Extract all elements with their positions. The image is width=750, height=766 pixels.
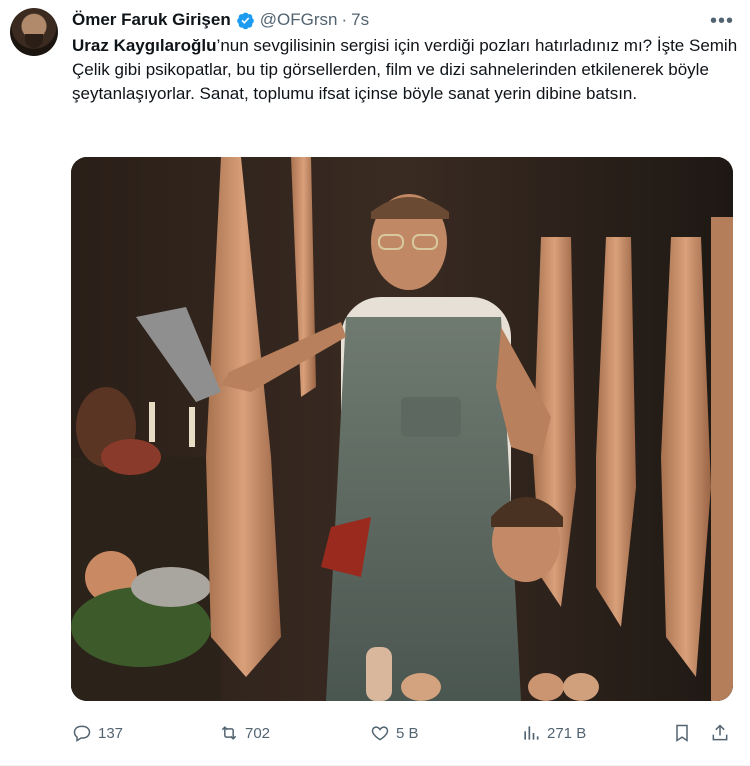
bookmark-icon [676, 724, 688, 742]
more-horizontal-icon[interactable]: ••• [710, 10, 734, 33]
reply-count: 137 [98, 724, 124, 742]
heart-icon [371, 726, 389, 741]
artwork-photo [71, 157, 733, 701]
verified-badge-icon [236, 12, 254, 29]
tweet-image[interactable] [71, 157, 733, 701]
repost-button[interactable]: 702 [219, 718, 270, 748]
tweet-actions: 137 702 5 B 271 B [72, 718, 734, 748]
mention-link[interactable]: Uraz Kaygılaroğlu [72, 36, 217, 55]
repost-icon [221, 726, 237, 740]
like-button[interactable]: 5 B [370, 718, 419, 748]
like-count: 5 B [396, 724, 419, 742]
analytics-icon [524, 726, 539, 740]
timestamp[interactable]: 7s [351, 10, 369, 30]
author-name[interactable]: Ömer Faruk Girişen [72, 10, 231, 30]
share-icon [712, 724, 728, 741]
share-button[interactable] [710, 718, 736, 748]
bookmark-button[interactable] [672, 718, 698, 748]
repost-count: 702 [245, 724, 271, 742]
views-button[interactable]: 271 B [521, 718, 586, 748]
author-avatar[interactable] [10, 8, 58, 56]
tweet-header: Ömer Faruk Girişen @OFGrsn · 7s [72, 8, 734, 32]
tweet-text: Uraz Kaygılaroğlu’nun sevgilisinin sergi… [72, 34, 740, 106]
reply-icon [73, 725, 91, 742]
reply-button[interactable]: 137 [72, 718, 123, 748]
separator-dot: · [341, 10, 348, 29]
view-count: 271 B [547, 724, 587, 742]
author-handle[interactable]: @OFGrsn [260, 10, 338, 30]
